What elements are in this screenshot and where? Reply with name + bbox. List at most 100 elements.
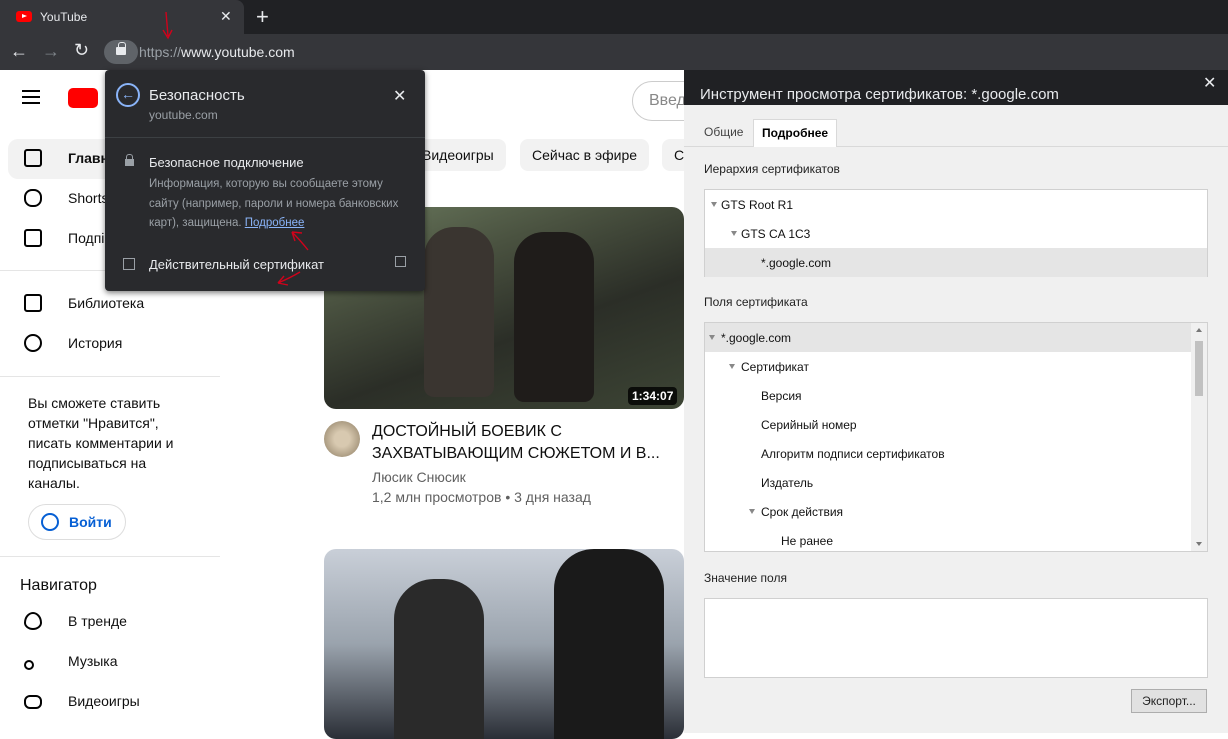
- sidebar-item-label: Главн: [68, 150, 109, 166]
- tree-label: GTS Root R1: [721, 198, 794, 212]
- back-button[interactable]: ←: [10, 41, 28, 62]
- hierarchy-label: Иерархия сертификатов: [704, 162, 840, 176]
- expand-arrow-icon: [729, 364, 735, 369]
- tab-title: YouTube: [40, 10, 88, 24]
- thumbnail-figure: [424, 227, 494, 397]
- channel-avatar[interactable]: [324, 421, 360, 457]
- menu-icon[interactable]: [22, 90, 40, 104]
- popup-divider: [105, 137, 425, 138]
- chip-live[interactable]: Сейчас в эфире: [520, 139, 650, 171]
- tree-row[interactable]: GTS Root R1: [705, 190, 1207, 219]
- tree-label: Алгоритм подписи сертификатов: [761, 447, 945, 461]
- tab-youtube[interactable]: YouTube ✕: [0, 0, 244, 34]
- popup-title: Безопасность: [149, 87, 245, 104]
- external-link-icon: [395, 256, 406, 267]
- certificate-valid-item[interactable]: Действительный сертификат: [149, 257, 324, 272]
- sidebar-divider: [0, 556, 220, 557]
- tree-label: Сертификат: [741, 360, 809, 374]
- tree-row[interactable]: Срок действия: [705, 497, 1207, 526]
- security-popup: ← Безопасность youtube.com ✕ Безопасное …: [105, 70, 425, 291]
- field-value-box[interactable]: [704, 598, 1208, 678]
- thumbnail-figure: [514, 232, 594, 402]
- tree-label: Серийный номер: [761, 418, 857, 432]
- home-icon: [24, 149, 42, 167]
- popup-subtitle: youtube.com: [149, 108, 218, 122]
- new-tab-button[interactable]: +: [256, 4, 269, 30]
- account-icon: [41, 513, 59, 531]
- back-arrow-icon[interactable]: ←: [116, 83, 140, 107]
- tree-label: Не ранее: [781, 534, 833, 548]
- expand-arrow-icon: [709, 335, 715, 340]
- scrollbar[interactable]: [1191, 323, 1207, 551]
- sidebar-item-label: Видеоигры: [68, 693, 140, 709]
- sidebar-item-history[interactable]: История: [8, 324, 220, 364]
- certificate-icon: [123, 258, 135, 270]
- address-bar[interactable]: https://www.youtube.com: [139, 44, 295, 60]
- search-placeholder: Введ: [649, 92, 686, 109]
- sidebar-divider: [0, 376, 220, 377]
- scroll-up-icon[interactable]: [1196, 328, 1202, 332]
- video-meta: 1,2 млн просмотров • 3 дня назад: [372, 489, 591, 505]
- tree-row[interactable]: *.google.com: [705, 323, 1193, 352]
- tab-details[interactable]: Подробнее: [753, 119, 838, 147]
- tab-general[interactable]: Общие: [696, 119, 751, 147]
- library-icon: [24, 294, 42, 312]
- tree-row[interactable]: Сертификат: [705, 352, 1207, 381]
- sidebar-item-label: Музыка: [68, 653, 118, 669]
- youtube-logo[interactable]: [68, 88, 98, 108]
- tree-row[interactable]: Версия: [705, 381, 1207, 410]
- sidebar-item-label: В тренде: [68, 613, 127, 629]
- scroll-down-icon[interactable]: [1196, 542, 1202, 546]
- thumbnail-figure: [554, 549, 664, 739]
- gamepad-icon: [24, 695, 42, 709]
- cert-viewer-title: Инструмент просмотра сертификатов: *.goo…: [700, 86, 1059, 103]
- sidebar-item-label: История: [68, 335, 123, 351]
- tree-row[interactable]: GTS CA 1C3: [705, 219, 1207, 248]
- popup-close-icon[interactable]: ✕: [393, 86, 406, 106]
- fields-label: Поля сертификата: [704, 295, 808, 309]
- sidebar-item-trending[interactable]: В тренде: [8, 602, 220, 642]
- scrollbar-thumb[interactable]: [1195, 341, 1203, 396]
- lock-icon: [116, 42, 126, 55]
- thumbnail-figure: [394, 579, 484, 739]
- search-input[interactable]: Введ: [632, 81, 692, 121]
- tree-row[interactable]: Издатель: [705, 468, 1207, 497]
- signin-button[interactable]: Войти: [28, 504, 126, 540]
- reload-button[interactable]: ↻: [74, 40, 89, 61]
- signin-label: Войти: [69, 514, 112, 530]
- site-info-button[interactable]: [104, 40, 138, 64]
- video-title[interactable]: ДОСТОЙНЫЙ БОЕВИК С ЗАХВАТЫВАЮЩИМ СЮЖЕТОМ…: [372, 421, 672, 465]
- tree-label: Версия: [761, 389, 802, 403]
- tree-label: GTS CA 1C3: [741, 227, 811, 241]
- navigator-title: Навигатор: [20, 577, 97, 594]
- history-icon: [24, 334, 42, 352]
- youtube-favicon-icon: [16, 11, 32, 22]
- tree-row[interactable]: Алгоритм подписи сертификатов: [705, 439, 1207, 468]
- export-button[interactable]: Экспорт...: [1131, 689, 1207, 713]
- expand-arrow-icon: [711, 202, 717, 207]
- signin-prompt: Вы сможете ставить отметки "Нравится", п…: [28, 395, 174, 491]
- video-thumbnail[interactable]: [324, 549, 684, 739]
- video-channel[interactable]: Люсик Снюсик: [372, 469, 466, 485]
- sidebar-item-music[interactable]: Музыка: [8, 642, 220, 682]
- tree-row[interactable]: Серийный номер: [705, 410, 1207, 439]
- flame-icon: [24, 612, 42, 630]
- tree-label: *.google.com: [761, 256, 832, 270]
- hierarchy-tree: GTS Root R1 GTS CA 1C3 *.google.com: [704, 189, 1208, 277]
- music-note-icon: [24, 660, 34, 670]
- url-host: www.youtube.com: [181, 44, 295, 60]
- tree-label: Срок действия: [761, 505, 844, 519]
- tree-row[interactable]: Не ранее: [705, 526, 1207, 551]
- sidebar-item-gaming[interactable]: Видеоигры: [8, 682, 220, 722]
- url-scheme: https://: [139, 44, 182, 60]
- sidebar-item-label: Библиотека: [68, 295, 145, 311]
- lock-icon: [125, 154, 134, 166]
- forward-button[interactable]: →: [42, 41, 60, 62]
- tab-close-icon[interactable]: ✕: [220, 8, 232, 25]
- video-duration: 1:34:07: [628, 387, 678, 405]
- expand-arrow-icon: [731, 231, 737, 236]
- tree-row[interactable]: *.google.com: [705, 248, 1207, 277]
- cert-close-icon[interactable]: ✕: [1203, 73, 1216, 93]
- more-link[interactable]: Подробнее: [245, 217, 305, 229]
- expand-arrow-icon: [749, 509, 755, 514]
